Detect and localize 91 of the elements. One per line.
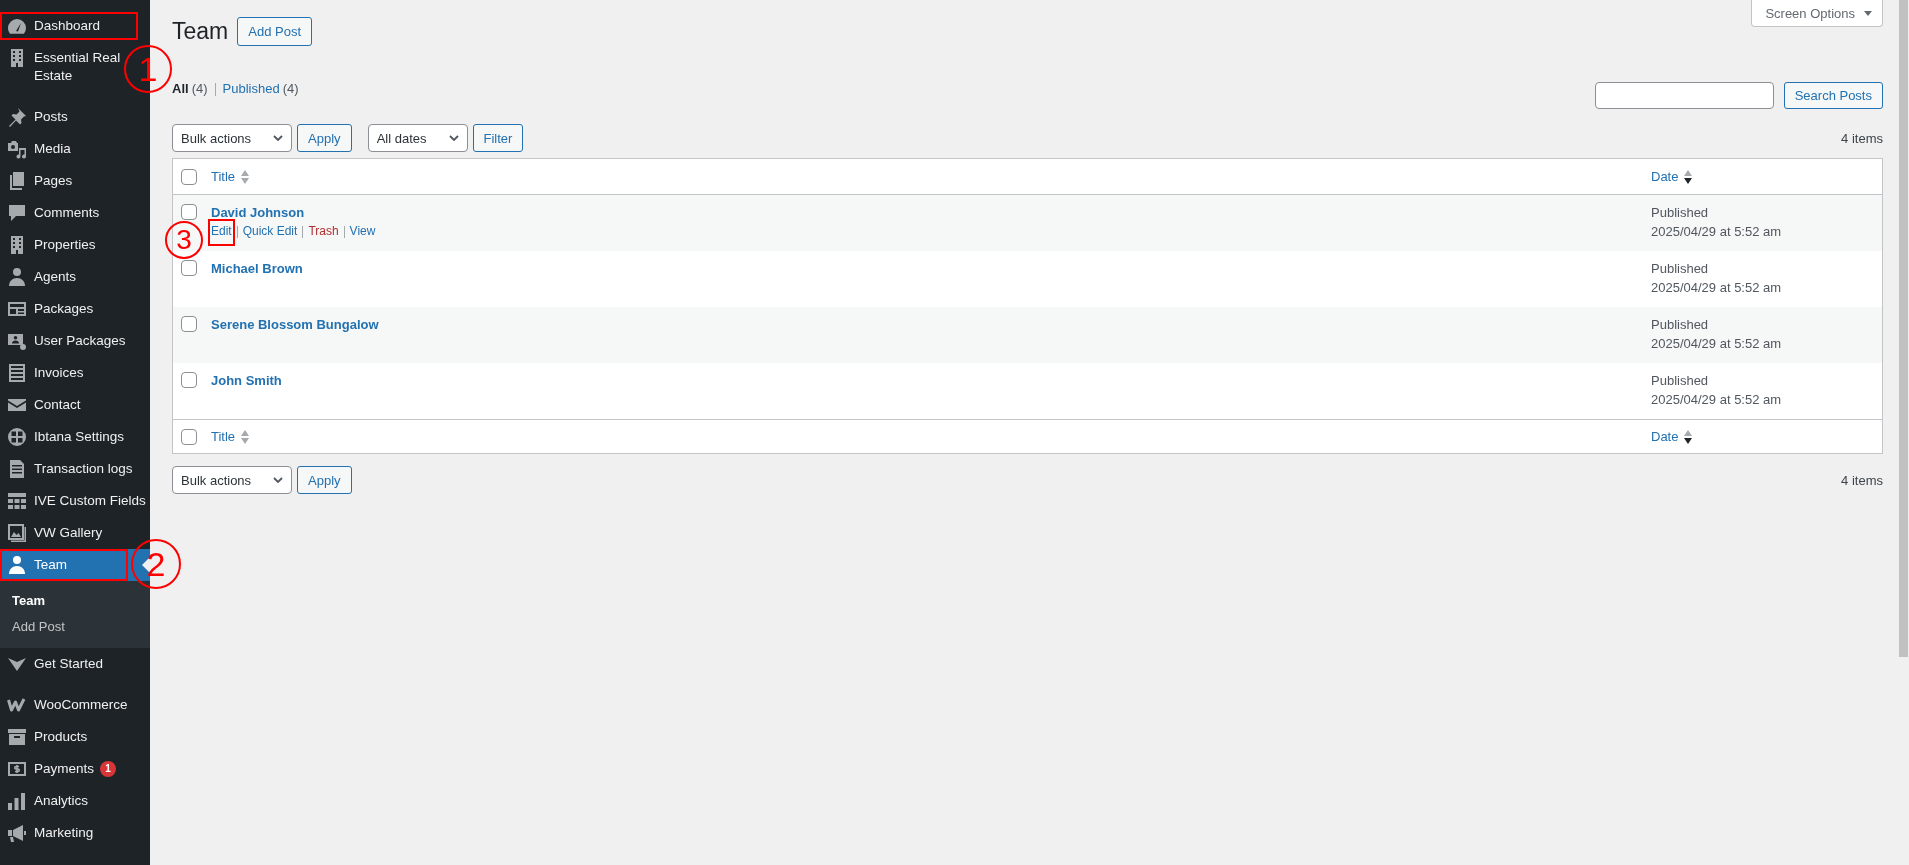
- submenu-item[interactable]: Team: [0, 588, 150, 614]
- document-icon: [7, 459, 27, 479]
- sidebar-menu-item[interactable]: Invoices: [0, 357, 87, 389]
- row-checkbox[interactable]: [181, 204, 197, 220]
- sidebar-menu-item[interactable]: Dashboard: [0, 10, 104, 42]
- scrollbar-thumb[interactable]: [1899, 0, 1908, 657]
- chevron-down-icon: [273, 135, 284, 141]
- post-status: Published: [1651, 260, 1709, 278]
- sidebar-menu-item[interactable]: Agents: [0, 261, 80, 293]
- date-filter-dropdown[interactable]: All dates: [367, 124, 468, 152]
- circle-cross-icon: [7, 427, 27, 447]
- row-action-link[interactable]: Edit: [211, 222, 232, 241]
- camera-note-icon: [7, 139, 27, 159]
- sidebar-menu-item[interactable]: Ibtana Settings: [0, 421, 128, 453]
- picture-icon: [7, 523, 27, 543]
- stacked-pages-icon: [7, 171, 27, 191]
- person-card-icon: [7, 331, 27, 351]
- sidebar-menu-item[interactable]: Essential Real Estate: [0, 42, 124, 92]
- item-count: 4 items: [1841, 130, 1883, 146]
- post-title-link[interactable]: David Johnson: [211, 203, 305, 222]
- search-posts-button[interactable]: Search Posts: [1783, 82, 1883, 109]
- row-checkbox[interactable]: [181, 316, 197, 332]
- column-sort-link[interactable]: Date: [1651, 169, 1693, 184]
- search-field[interactable]: [1594, 82, 1774, 109]
- sidebar-menu-item[interactable]: Packages: [0, 293, 97, 325]
- apply-button[interactable]: Apply: [297, 124, 352, 152]
- person-icon: [7, 267, 27, 287]
- sidebar-menu-item[interactable]: WooCommerce: [0, 689, 131, 721]
- post-date: 2025/04/29 at 5:52 am: [1651, 223, 1782, 241]
- sidebar-menu-item[interactable]: Marketing: [0, 817, 97, 849]
- sidebar-menu-item[interactable]: Posts: [0, 101, 71, 133]
- sidebar-menu-item[interactable]: Pages: [0, 165, 76, 197]
- dollar-card-icon: [7, 759, 27, 779]
- apply-button[interactable]: Apply: [297, 466, 352, 494]
- sidebar-menu-item[interactable]: Comments: [0, 197, 103, 229]
- row-action-link[interactable]: Quick Edit: [242, 222, 298, 241]
- sidebar-menu-item[interactable]: IVE Custom Fields: [0, 485, 149, 517]
- person-icon: [7, 555, 27, 575]
- triangle-pointer-icon: [142, 557, 150, 573]
- highlight-frame: [208, 219, 235, 246]
- bulk-actions-dropdown[interactable]: Bulk actions: [172, 124, 293, 152]
- sidebar-menu-item[interactable]: Transaction logs: [0, 453, 136, 485]
- speech-bubble-icon: [7, 203, 27, 223]
- add-post-button[interactable]: Add Post: [237, 17, 312, 46]
- select-all-checkbox[interactable]: [181, 428, 197, 445]
- archive-box-icon: [7, 727, 27, 747]
- view-filter-link[interactable]: Published (4): [222, 80, 299, 98]
- bulk-actions-dropdown[interactable]: Bulk actions: [172, 466, 293, 494]
- row-action-link[interactable]: View: [349, 222, 376, 241]
- sidebar-menu-item[interactable]: Properties: [0, 229, 99, 261]
- pushpin-icon: [7, 107, 27, 127]
- column-sort-link[interactable]: Title: [211, 429, 250, 444]
- sidebar-menu-item[interactable]: Contact: [0, 389, 84, 421]
- view-filter-link[interactable]: All (4): [172, 80, 208, 98]
- post-title-link[interactable]: John Smith: [211, 371, 282, 390]
- row-checkbox[interactable]: [181, 372, 197, 388]
- bar-chart-icon: [7, 791, 27, 811]
- submenu-item[interactable]: Add Post: [0, 614, 150, 640]
- sidebar-menu-item[interactable]: VW Gallery: [0, 517, 106, 549]
- page-title: Team: [172, 17, 229, 46]
- row-checkbox[interactable]: [181, 260, 197, 276]
- sidebar-menu-item[interactable]: Payments 1: [0, 753, 120, 785]
- post-title-link[interactable]: Serene Blossom Bungalow: [211, 315, 379, 334]
- grid-icon: [7, 491, 27, 511]
- sidebar-menu-item[interactable]: Products: [0, 721, 91, 753]
- list-icon: [7, 363, 27, 383]
- sidebar-menu-item[interactable]: User Packages: [0, 325, 129, 357]
- post-title-link[interactable]: Michael Brown: [211, 259, 303, 278]
- chevron-down-icon: [273, 477, 284, 483]
- post-date: 2025/04/29 at 5:52 am: [1651, 391, 1782, 409]
- caret-down-icon: [1864, 10, 1872, 16]
- chevron-down-icon: [448, 135, 459, 141]
- table-icon: [7, 299, 27, 319]
- column-sort-link[interactable]: Date: [1651, 429, 1693, 444]
- megaphone-icon: [7, 823, 27, 843]
- sidebar-menu-item[interactable]: Media: [0, 133, 74, 165]
- sidebar-menu-item[interactable]: Analytics: [0, 785, 92, 817]
- post-status: Published: [1651, 316, 1709, 334]
- column-sort-link[interactable]: Title: [211, 169, 250, 184]
- gauge-icon: [7, 16, 27, 36]
- post-date: 2025/04/29 at 5:52 am: [1651, 335, 1782, 353]
- notification-count: 1: [100, 761, 117, 777]
- post-status: Published: [1651, 372, 1709, 390]
- screen-options-button[interactable]: Screen Options: [1751, 0, 1883, 27]
- filter-button[interactable]: Filter: [472, 124, 524, 152]
- item-count: 4 items: [1841, 472, 1883, 488]
- row-action-link[interactable]: Trash: [308, 222, 339, 241]
- post-status: Published: [1651, 204, 1709, 222]
- select-all-checkbox[interactable]: [181, 168, 197, 185]
- sidebar-menu-item[interactable]: Get Started: [0, 648, 107, 680]
- post-date: 2025/04/29 at 5:52 am: [1651, 279, 1782, 297]
